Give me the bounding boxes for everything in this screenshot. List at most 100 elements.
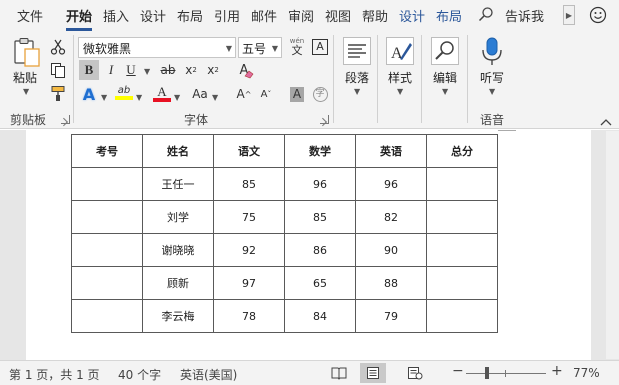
print-layout-button[interactable] (360, 363, 386, 383)
paste-button-label[interactable]: 粘贴 (13, 69, 37, 86)
zoom-slider-thumb[interactable] (485, 367, 489, 379)
zoom-slider[interactable] (466, 373, 546, 374)
table-cell[interactable]: 85 (284, 200, 356, 234)
table-cell[interactable]: 85 (213, 167, 285, 201)
tab-table-layout[interactable]: 布局 (436, 6, 462, 25)
read-mode-button[interactable] (326, 363, 352, 383)
tell-me-box[interactable]: 告诉我 (505, 6, 544, 25)
search-icon[interactable] (478, 6, 494, 22)
paste-dropdown-caret[interactable]: ▼ (23, 87, 29, 96)
table-cell[interactable]: 78 (213, 299, 285, 333)
table-header-cell[interactable]: 总分 (426, 134, 498, 168)
table-cell[interactable] (426, 299, 498, 333)
table-cell[interactable]: 97 (213, 266, 285, 300)
table-cell[interactable]: 88 (355, 266, 427, 300)
styles-icon[interactable]: A (386, 37, 414, 65)
paragraph-dropdown-caret[interactable]: ▼ (354, 87, 360, 96)
grow-font-button[interactable]: A ^ (234, 84, 254, 104)
font-launcher-icon[interactable] (320, 115, 329, 124)
table-cell[interactable]: 65 (284, 266, 356, 300)
tab-view[interactable]: 视图 (325, 6, 351, 25)
table-cell[interactable]: 96 (284, 167, 356, 201)
language-status[interactable]: 英语(美国) (180, 366, 237, 383)
table-cell[interactable] (71, 233, 143, 267)
table-header-cell[interactable]: 姓名 (142, 134, 214, 168)
strikethrough-button[interactable]: ab (158, 60, 178, 80)
score-table[interactable]: 考号 姓名 语文 数学 英语 总分 王任一 85 96 96 刘学 75 85 … (71, 134, 498, 333)
tab-file[interactable]: 文件 (17, 6, 43, 25)
underline-dropdown-caret[interactable]: ▼ (144, 67, 150, 76)
microphone-icon[interactable] (481, 37, 503, 67)
editing-dropdown-caret[interactable]: ▼ (442, 87, 448, 96)
phonetic-guide-button[interactable]: wén 文 (287, 37, 307, 57)
zoom-in-button[interactable]: + (551, 363, 563, 379)
table-cell[interactable]: 96 (355, 167, 427, 201)
table-header-cell[interactable]: 英语 (355, 134, 427, 168)
table-cell[interactable]: 82 (355, 200, 427, 234)
feedback-smiley-icon[interactable] (589, 6, 607, 24)
enclose-characters-button[interactable]: 字 (310, 84, 330, 104)
table-cell[interactable]: 92 (213, 233, 285, 267)
table-cell[interactable]: 谢晓晓 (142, 233, 214, 267)
tab-design[interactable]: 设计 (140, 6, 166, 25)
tab-review[interactable]: 审阅 (288, 6, 314, 25)
table-cell[interactable] (71, 266, 143, 300)
character-border-button[interactable]: A (310, 37, 330, 57)
font-color-dropdown-caret[interactable]: ▼ (174, 93, 180, 102)
table-cell[interactable] (71, 299, 143, 333)
web-layout-button[interactable] (402, 363, 428, 383)
bold-button[interactable]: B (79, 60, 99, 80)
paste-icon[interactable] (12, 37, 42, 69)
table-cell[interactable]: 90 (355, 233, 427, 267)
shrink-font-button[interactable]: Aˇ (256, 84, 276, 104)
collapse-ribbon-icon[interactable] (600, 118, 612, 126)
table-cell[interactable] (426, 167, 498, 201)
clipboard-launcher-icon[interactable] (61, 115, 70, 124)
paragraph-icon[interactable] (343, 37, 371, 65)
find-icon[interactable] (431, 37, 459, 65)
table-cell[interactable]: 84 (284, 299, 356, 333)
dictate-dropdown-caret[interactable]: ▼ (489, 87, 495, 96)
tab-references[interactable]: 引用 (214, 6, 240, 25)
clear-formatting-button[interactable]: A (234, 60, 254, 80)
character-shading-button[interactable]: A (287, 84, 307, 104)
italic-button[interactable]: I (101, 60, 121, 80)
highlight-button[interactable]: ab (114, 83, 134, 103)
font-name-select[interactable]: 微软雅黑 ▼ (78, 37, 236, 58)
change-case-button[interactable]: Aa (188, 84, 212, 104)
tab-insert[interactable]: 插入 (103, 6, 129, 25)
table-cell[interactable] (71, 200, 143, 234)
tab-layout[interactable]: 布局 (177, 6, 203, 25)
table-cell[interactable]: 75 (213, 200, 285, 234)
table-cell[interactable]: 刘学 (142, 200, 214, 234)
word-count-status[interactable]: 40 个字 (118, 366, 161, 383)
table-cell[interactable] (71, 167, 143, 201)
table-header-cell[interactable]: 数学 (284, 134, 356, 168)
font-color-button[interactable]: A (152, 83, 172, 103)
font-size-select[interactable]: 五号 ▼ (238, 37, 282, 58)
table-cell[interactable]: 顾新 (142, 266, 214, 300)
change-case-dropdown-caret[interactable]: ▼ (212, 93, 218, 102)
underline-button[interactable]: U (121, 60, 141, 80)
copy-icon[interactable] (50, 62, 66, 79)
text-effects-dropdown-caret[interactable]: ▼ (101, 93, 107, 102)
table-cell[interactable]: 79 (355, 299, 427, 333)
table-cell[interactable]: 王任一 (142, 167, 214, 201)
table-cell[interactable] (426, 266, 498, 300)
highlight-dropdown-caret[interactable]: ▼ (136, 93, 142, 102)
tab-help[interactable]: 帮助 (362, 6, 388, 25)
superscript-button[interactable]: x2 (203, 60, 223, 80)
cut-icon[interactable] (50, 39, 66, 55)
dictate-button-label[interactable]: 听写 (480, 69, 504, 86)
tab-table-design[interactable]: 设计 (399, 6, 425, 25)
tabs-scroll-right-button[interactable]: ▶ (563, 5, 575, 25)
styles-dropdown-caret[interactable]: ▼ (397, 87, 403, 96)
subscript-button[interactable]: x2 (181, 60, 201, 80)
format-painter-icon[interactable] (50, 85, 67, 102)
table-header-cell[interactable]: 语文 (213, 134, 285, 168)
table-cell[interactable] (426, 233, 498, 267)
zoom-level[interactable]: 77% (573, 366, 600, 380)
page-count-status[interactable]: 第 1 页，共 1 页 (9, 366, 100, 383)
vertical-scrollbar[interactable] (606, 131, 619, 359)
tab-home[interactable]: 开始 (66, 6, 93, 31)
